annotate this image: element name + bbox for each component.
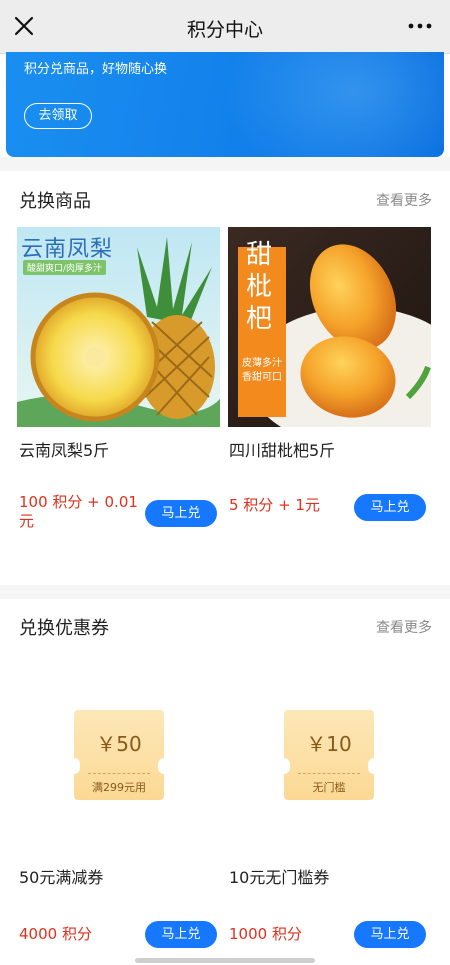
coupon-card[interactable]: ￥10 无门槛 [278,710,380,800]
home-indicator [135,958,315,963]
top-nav-bar: 积分中心 [0,0,450,54]
product-image-loquat[interactable]: 甜枇杷 皮薄多汁 香甜可口 [228,227,431,427]
coupon-divider [298,773,360,774]
loquat-image-tags: 皮薄多汁 香甜可口 [242,357,282,385]
coupon-notch [68,758,80,774]
coupon-condition: 无门槛 [312,781,346,794]
coupons-more-link[interactable]: 查看更多 [376,617,432,637]
coupon-name[interactable]: 50元满减券 [19,864,103,888]
product-name[interactable]: 云南凤梨5斤 [19,437,109,461]
coupon-notch [278,758,290,774]
products-section-title: 兑换商品 [19,191,91,212]
coupon-divider [88,773,150,774]
banner-subtitle: 积分兑商品，好物随心换 [24,62,168,77]
pineapple-image-title: 云南凤梨 [21,237,114,262]
more-dots-icon[interactable] [406,14,434,38]
product-price: 100 积分 + 0.01 元 [19,493,138,530]
coupon-notch [368,758,380,774]
claim-button[interactable]: 去领取 [24,103,92,129]
redeem-button[interactable]: 马上兑 [145,921,217,948]
redeem-button[interactable]: 马上兑 [354,494,426,521]
coupon-price: 1000 积分 [229,925,302,943]
redeem-button[interactable]: 马上兑 [145,500,217,527]
coupons-section-title: 兑换优惠券 [19,618,109,639]
banner-glow [224,52,444,157]
coupon-amount: ￥50 [96,732,142,756]
section-divider [0,157,450,171]
page-title: 积分中心 [186,19,263,41]
coupon-condition: 满299元用 [92,781,146,794]
coupon-price: 4000 积分 [19,925,92,943]
section-divider [0,585,450,599]
points-banner: 积分兑商品，好物随心换 去领取 [6,52,444,157]
loquat-image-tag: 香甜可口 [242,372,282,383]
loquat-image-title: 甜枇杷 [246,240,273,334]
coupon-amount: ￥10 [306,732,352,756]
loquat-image-tag: 皮薄多汁 [242,358,282,369]
pineapple-image-tag: 酸甜爽口/肉厚多汁 [23,260,107,275]
coupon-notch [158,758,170,774]
coupon-card[interactable]: ￥50 满299元用 [68,710,170,800]
product-price: 5 积分 + 1元 [229,496,320,514]
product-name[interactable]: 四川甜枇杷5斤 [229,437,335,461]
redeem-button[interactable]: 马上兑 [354,921,426,948]
coupon-name[interactable]: 10元无门槛券 [229,864,329,888]
product-image-pineapple[interactable]: 云南凤梨 酸甜爽口/肉厚多汁 [17,227,220,427]
products-more-link[interactable]: 查看更多 [376,190,432,210]
